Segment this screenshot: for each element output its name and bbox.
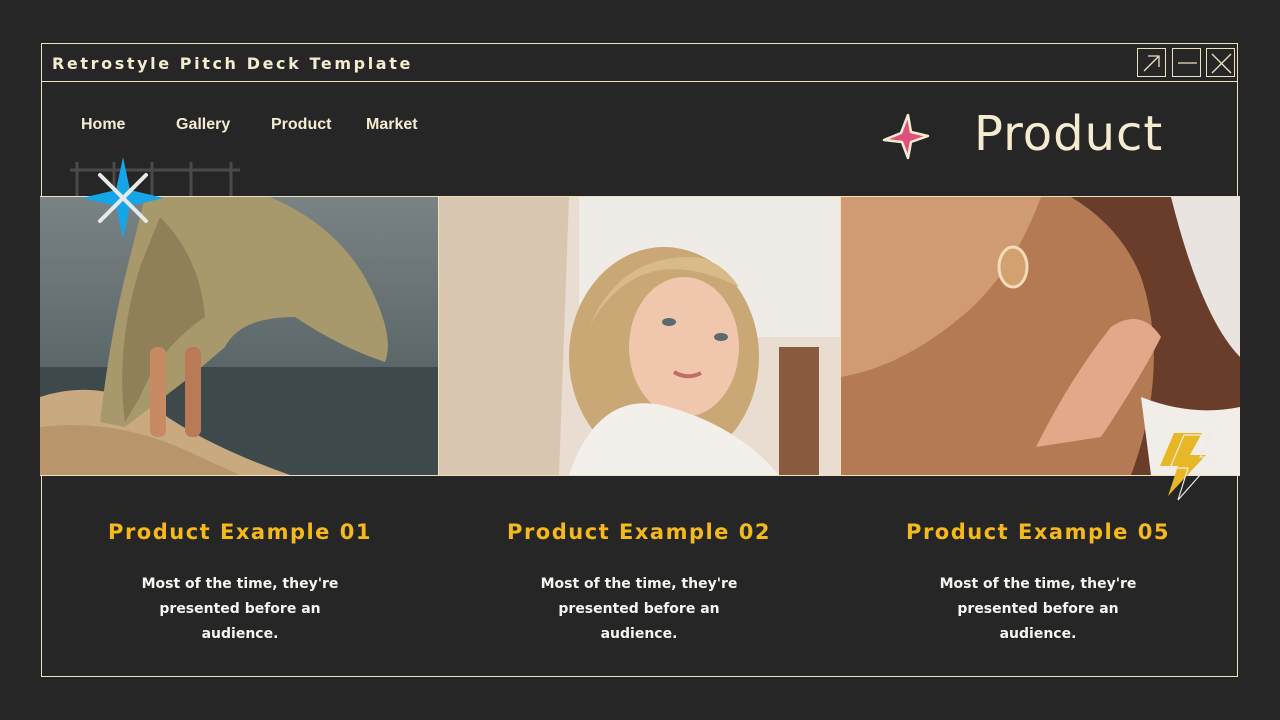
page-heading: Product <box>974 106 1164 162</box>
product-card-1: Product Example 01 Most of the time, the… <box>90 520 390 647</box>
card-title: Product Example 02 <box>507 520 771 544</box>
photo-woman-portrait <box>439 197 841 475</box>
minimize-icon <box>1178 62 1197 64</box>
lightning-icon <box>1160 433 1218 501</box>
nav-gallery[interactable]: Gallery <box>176 116 230 134</box>
nav-market[interactable]: Market <box>366 116 418 134</box>
product-card-2: Product Example 02 Most of the time, the… <box>489 520 789 647</box>
nav-home[interactable]: Home <box>81 116 125 134</box>
close-icon <box>1211 53 1232 74</box>
window-title: Retrostyle Pitch Deck Template <box>52 54 413 73</box>
expand-button[interactable] <box>1137 48 1166 77</box>
card-body: Most of the time, they're presented befo… <box>939 576 1137 642</box>
card-body: Most of the time, they're presented befo… <box>141 576 339 642</box>
title-bar: Retrostyle Pitch Deck Template <box>42 44 1237 82</box>
card-body: Most of the time, they're presented befo… <box>540 576 738 642</box>
photo-strip <box>40 196 1240 476</box>
card-title: Product Example 01 <box>108 520 372 544</box>
close-button[interactable] <box>1206 48 1235 77</box>
expand-icon <box>1143 55 1160 72</box>
pink-star-icon <box>882 113 930 160</box>
card-title: Product Example 05 <box>906 520 1170 544</box>
nav-product[interactable]: Product <box>271 116 331 134</box>
product-card-3: Product Example 05 Most of the time, the… <box>888 520 1188 647</box>
blue-sparkle-icon <box>82 157 164 239</box>
minimize-button[interactable] <box>1172 48 1201 77</box>
